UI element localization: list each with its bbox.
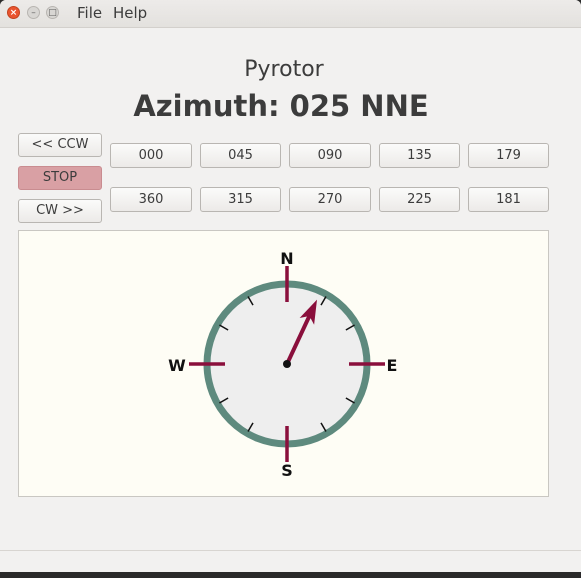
rotate-cw-button[interactable]: CW >>: [18, 199, 102, 223]
preset-button[interactable]: 225: [379, 187, 460, 212]
menu-file[interactable]: File: [77, 4, 102, 22]
close-window-icon[interactable]: ×: [7, 6, 20, 19]
menubar: × – □ File Help: [0, 0, 581, 28]
stop-button[interactable]: STOP: [18, 166, 102, 190]
app-title: Pyrotor: [244, 57, 324, 82]
azimuth-readout: Azimuth: 025 NNE: [133, 89, 429, 123]
preset-button[interactable]: 179: [468, 143, 549, 168]
rotate-ccw-button[interactable]: << CCW: [18, 133, 102, 157]
compass-label-s: S: [281, 461, 293, 480]
compass-canvas: N E S W: [18, 230, 549, 497]
app-window: × – □ File Help Pyrotor Azimuth: 025 NNE…: [0, 0, 581, 572]
compass-label-e: E: [387, 356, 398, 375]
status-bar: [0, 550, 581, 572]
menu-help[interactable]: Help: [113, 4, 147, 22]
preset-button[interactable]: 181: [468, 187, 549, 212]
preset-button[interactable]: 315: [200, 187, 281, 212]
preset-button[interactable]: 045: [200, 143, 281, 168]
preset-button[interactable]: 000: [110, 143, 192, 168]
compass-label-w: W: [168, 356, 186, 375]
minimize-window-icon[interactable]: –: [27, 6, 40, 19]
compass-dial: N E S W: [168, 249, 398, 480]
preset-button[interactable]: 135: [379, 143, 460, 168]
background-terminal: [0, 572, 581, 578]
preset-button[interactable]: 270: [289, 187, 371, 212]
maximize-window-icon[interactable]: □: [46, 6, 59, 19]
compass-center-dot: [283, 360, 291, 368]
preset-button[interactable]: 360: [110, 187, 192, 212]
preset-button[interactable]: 090: [289, 143, 371, 168]
compass-label-n: N: [280, 249, 293, 268]
